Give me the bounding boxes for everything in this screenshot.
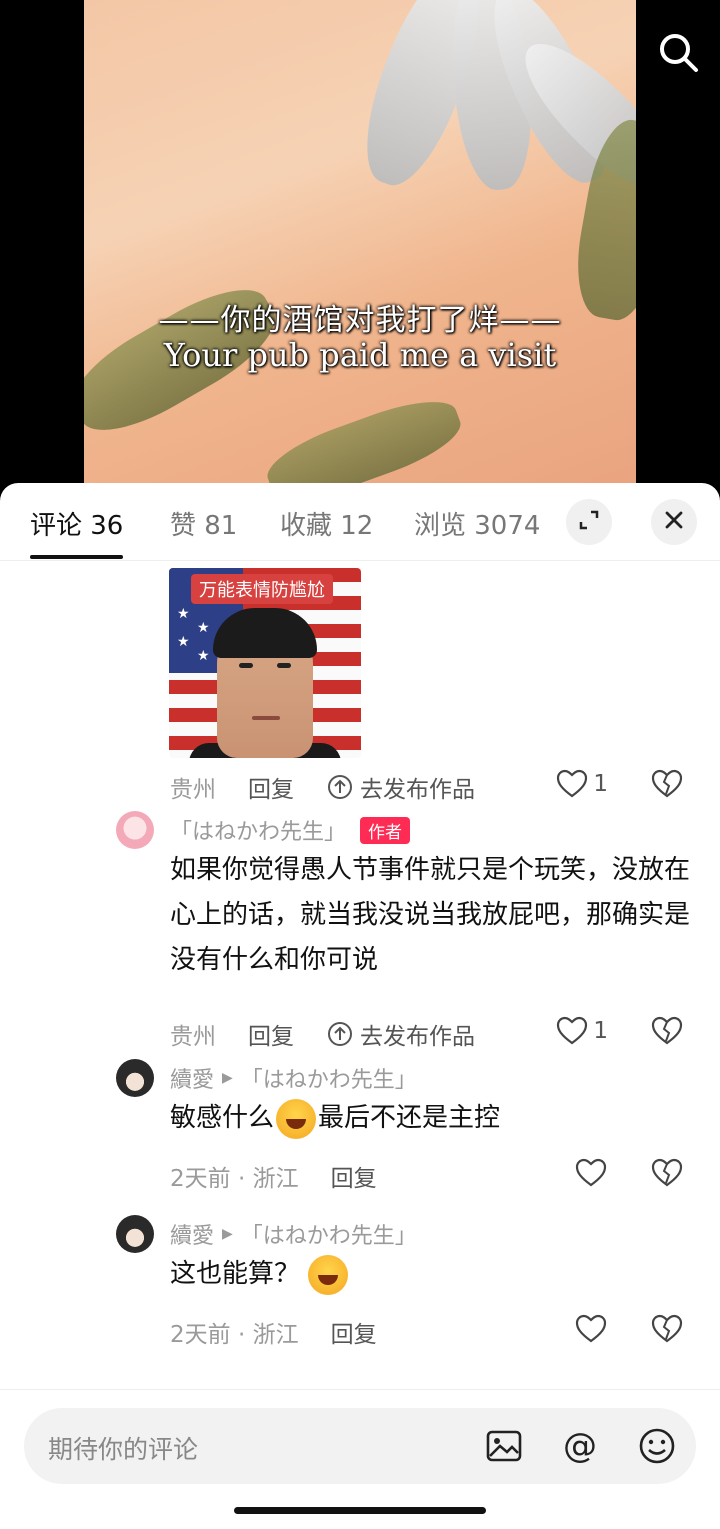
avatar[interactable]	[116, 811, 154, 849]
heart-icon	[557, 769, 588, 798]
tab-comments[interactable]: 评论 36	[30, 505, 123, 542]
broken-heart-icon	[651, 1314, 683, 1343]
expand-button[interactable]	[566, 499, 612, 545]
mention-icon[interactable]: @	[560, 1426, 600, 1466]
comment-username-row: 續愛 ▶ 「はねかわ先生」	[170, 1218, 417, 1250]
comment-username-row: 「はねかわ先生」 作者	[170, 814, 411, 846]
comment-input-placeholder: 期待你的评论	[48, 1435, 199, 1464]
publish-work-button[interactable]: 去发布作品	[326, 770, 475, 804]
comment-time-location: 2天前 · 浙江	[170, 1166, 299, 1192]
active-tab-indicator	[30, 555, 123, 559]
star-icon: ★	[197, 648, 210, 664]
like-button[interactable]	[574, 1158, 608, 1188]
comment-text-part: 最后不还是主控	[318, 1103, 501, 1133]
dislike-button[interactable]	[650, 1158, 684, 1192]
heart-icon	[557, 1016, 588, 1045]
comment-text: 敏感什么 最后不还是主控	[170, 1096, 690, 1141]
username[interactable]: 續愛	[170, 1218, 214, 1250]
comment-meta: 2天前 · 浙江 回复	[170, 1159, 409, 1193]
avatar[interactable]	[116, 1215, 154, 1253]
comment-location: 贵州	[170, 1024, 216, 1050]
heart-icon	[575, 1158, 607, 1187]
comment-input-bar: 期待你的评论 @	[0, 1389, 720, 1529]
reply-to-username[interactable]: 「はねかわ先生」	[241, 1218, 417, 1250]
heart-icon	[575, 1314, 607, 1343]
username[interactable]: 「はねかわ先生」	[170, 814, 346, 846]
sticker-eye	[277, 663, 291, 668]
publish-label: 去发布作品	[360, 777, 475, 803]
comment-input[interactable]: 期待你的评论 @	[24, 1408, 696, 1484]
comment-text: 这也能算？	[170, 1252, 690, 1297]
tab-bar: 评论 36 赞 81 收藏 12 浏览 3074	[0, 483, 720, 561]
upload-icon	[328, 775, 352, 799]
crying-emoji-icon	[276, 1098, 317, 1139]
star-icon: ★	[197, 620, 210, 636]
comment-time-location: 2天前 · 浙江	[170, 1322, 299, 1348]
home-indicator	[234, 1507, 486, 1514]
comment-location: 贵州	[170, 777, 216, 803]
star-icon: ★	[177, 606, 190, 622]
comment-meta: 贵州 回复 去发布作品	[170, 1017, 475, 1051]
username[interactable]: 續愛	[170, 1062, 214, 1094]
reply-arrow-icon: ▶	[222, 1226, 233, 1242]
comment-text-part: 这也能算？	[170, 1259, 301, 1289]
dislike-button[interactable]	[650, 1016, 684, 1050]
reply-button[interactable]: 回复	[248, 770, 294, 804]
reply-button[interactable]: 回复	[331, 1159, 377, 1193]
tab-favorites[interactable]: 收藏 12	[280, 505, 373, 542]
dislike-button[interactable]	[650, 769, 684, 803]
video-player[interactable]: ——你的酒馆对我打了烊—— Your pub paid me a visit	[0, 0, 720, 500]
comment-sheet: 评论 36 赞 81 收藏 12 浏览 3074 ★ ★ ★ ★ 万能表情防尴尬	[0, 483, 720, 1529]
comment-list[interactable]: ★ ★ ★ ★ 万能表情防尴尬 贵州 回复 去发布作品 1 「はねかわ先生」 作…	[0, 562, 720, 1392]
publish-label: 去发布作品	[360, 1024, 475, 1050]
reply-button[interactable]: 回复	[248, 1017, 294, 1051]
publish-work-button[interactable]: 去发布作品	[326, 1017, 475, 1051]
image-icon[interactable]	[484, 1426, 524, 1466]
sticker-eye	[239, 663, 253, 668]
sticker-mouth	[252, 716, 280, 720]
broken-heart-icon	[651, 1016, 683, 1045]
svg-text:@: @	[563, 1426, 597, 1466]
tab-views[interactable]: 浏览 3074	[414, 505, 540, 542]
expand-icon	[577, 508, 601, 536]
tab-likes[interactable]: 赞 81	[170, 505, 237, 542]
close-icon	[663, 509, 685, 535]
comment-meta: 2天前 · 浙江 回复	[170, 1315, 409, 1349]
author-badge: 作者	[360, 816, 411, 844]
reply-button[interactable]: 回复	[331, 1315, 377, 1349]
subtitle-english: Your pub paid me a visit	[163, 336, 557, 374]
dislike-button[interactable]	[650, 1314, 684, 1348]
like-button[interactable]: 1	[555, 769, 608, 799]
subtitle-chinese: ——你的酒馆对我打了烊——	[158, 303, 562, 338]
like-count: 1	[593, 1018, 608, 1044]
reply-to-username[interactable]: 「はねかわ先生」	[241, 1062, 417, 1094]
like-count: 1	[593, 771, 608, 797]
comment-text-part: 敏感什么	[170, 1103, 275, 1133]
comment-text: 如果你觉得愚人节事件就只是个玩笑，没放在心上的话，就当我没说当我放屁吧，那确实是…	[170, 855, 691, 975]
crying-emoji-icon	[308, 1254, 349, 1295]
upload-icon	[328, 1022, 352, 1046]
broken-heart-icon	[651, 1158, 683, 1187]
comment-meta: 贵州 回复 去发布作品	[170, 770, 475, 804]
search-icon[interactable]	[656, 30, 700, 74]
comment-username-row: 續愛 ▶ 「はねかわ先生」	[170, 1062, 417, 1094]
broken-heart-icon	[651, 769, 683, 798]
sticker-image[interactable]: ★ ★ ★ ★ 万能表情防尴尬	[169, 568, 361, 758]
reply-arrow-icon: ▶	[222, 1070, 233, 1086]
avatar[interactable]	[116, 1059, 154, 1097]
sticker-caption: 万能表情防尴尬	[191, 574, 333, 604]
emoji-icon[interactable]	[637, 1426, 677, 1466]
like-button[interactable]	[574, 1314, 608, 1344]
like-button[interactable]: 1	[555, 1016, 608, 1046]
close-button[interactable]	[651, 499, 697, 545]
star-icon: ★	[177, 634, 190, 650]
video-frame: ——你的酒馆对我打了烊—— Your pub paid me a visit	[84, 0, 636, 500]
